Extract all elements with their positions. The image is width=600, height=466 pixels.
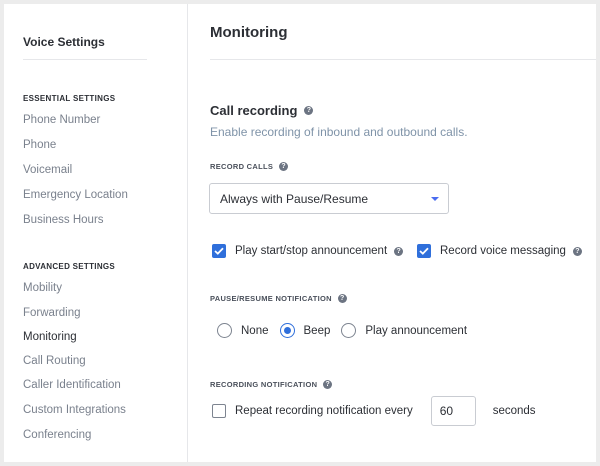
advanced-settings-heading: ADVANCED SETTINGS (23, 262, 116, 271)
radio-beep[interactable] (279, 323, 295, 338)
notification-interval-unit: seconds (492, 405, 536, 417)
call-recording-subtitle: Enable recording of inbound and outbound… (210, 125, 468, 139)
record-voice-messaging-label: Record voice messaging (440, 245, 566, 257)
play-announcement-label: Play start/stop announcement (235, 245, 388, 257)
radio-option-none[interactable]: None (217, 323, 269, 338)
repeat-notification-row: Repeat recording notification every 60 s… (212, 396, 536, 426)
recording-notification-label-row: RECORDING NOTIFICATION ? (210, 380, 333, 389)
radio-label-beep: Beep (303, 324, 331, 337)
help-icon[interactable]: ? (337, 294, 347, 303)
repeat-notification-checkbox[interactable] (212, 404, 226, 418)
app-frame: Voice Settings ESSENTIAL SETTINGS Phone … (4, 4, 596, 462)
essential-settings-heading: ESSENTIAL SETTINGS (23, 94, 116, 103)
play-announcement-option: Play start/stop announcement ? (212, 244, 404, 258)
sidebar-divider (23, 59, 147, 60)
radio-dot (283, 327, 291, 334)
checkmark-icon (214, 247, 224, 255)
repeat-notification-label: Repeat recording notification every (235, 405, 413, 417)
radio-option-play-announcement[interactable]: Play announcement (341, 323, 467, 338)
sidebar-item-phone[interactable]: Phone (23, 139, 56, 151)
record-calls-selected-value: Always with Pause/Resume (220, 191, 369, 206)
header-divider (210, 59, 596, 60)
sidebar-title: Voice Settings (23, 35, 105, 49)
sidebar-item-phone-number[interactable]: Phone Number (23, 114, 100, 126)
pause-resume-label: PAUSE/RESUME NOTIFICATION (210, 294, 332, 303)
sidebar-item-mobility[interactable]: Mobility (23, 282, 62, 294)
page-title: Monitoring (210, 24, 288, 41)
recording-notification-label: RECORDING NOTIFICATION (210, 380, 318, 389)
help-icon[interactable]: ? (572, 246, 582, 256)
radio-none[interactable] (217, 323, 232, 338)
record-calls-label-row: RECORD CALLS ? (210, 162, 289, 171)
help-icon[interactable]: ? (279, 162, 289, 171)
radio-play-announcement[interactable] (341, 323, 357, 338)
call-recording-heading: Call recording ? (210, 103, 314, 118)
record-calls-select[interactable]: Always with Pause/Resume (209, 183, 449, 214)
sidebar-item-voicemail[interactable]: Voicemail (23, 164, 72, 176)
radio-label-none: None (241, 324, 269, 337)
sidebar-item-business-hours[interactable]: Business Hours (23, 214, 104, 226)
help-icon[interactable]: ? (323, 380, 333, 389)
sidebar-item-monitoring[interactable]: Monitoring (23, 331, 77, 343)
checkmark-icon (419, 247, 429, 255)
sidebar-item-call-routing[interactable]: Call Routing (23, 355, 86, 367)
pause-resume-label-row: PAUSE/RESUME NOTIFICATION ? (210, 294, 347, 303)
record-voice-messaging-checkbox[interactable] (417, 244, 431, 258)
call-recording-title: Call recording (210, 103, 298, 118)
sidebar-item-emergency-location[interactable]: Emergency Location (23, 189, 128, 201)
chevron-down-icon (431, 197, 439, 201)
sidebar-item-custom-integrations[interactable]: Custom Integrations (23, 404, 126, 416)
radio-option-beep[interactable]: Beep (279, 323, 331, 338)
help-icon[interactable]: ? (394, 246, 404, 256)
radio-label-play-announcement: Play announcement (365, 324, 468, 337)
play-announcement-checkbox[interactable] (212, 244, 226, 258)
sidebar: Voice Settings ESSENTIAL SETTINGS Phone … (4, 4, 188, 462)
pause-resume-radio-group: None Beep Play announcement (217, 323, 478, 338)
sidebar-item-forwarding[interactable]: Forwarding (23, 307, 81, 319)
sidebar-item-conferencing[interactable]: Conferencing (23, 429, 91, 441)
record-calls-label: RECORD CALLS (210, 162, 274, 171)
sidebar-item-caller-identification[interactable]: Caller Identification (23, 379, 121, 391)
help-icon[interactable]: ? (304, 106, 314, 115)
notification-interval-input[interactable]: 60 (430, 396, 476, 426)
record-voice-messaging-option: Record voice messaging ? (417, 244, 582, 258)
